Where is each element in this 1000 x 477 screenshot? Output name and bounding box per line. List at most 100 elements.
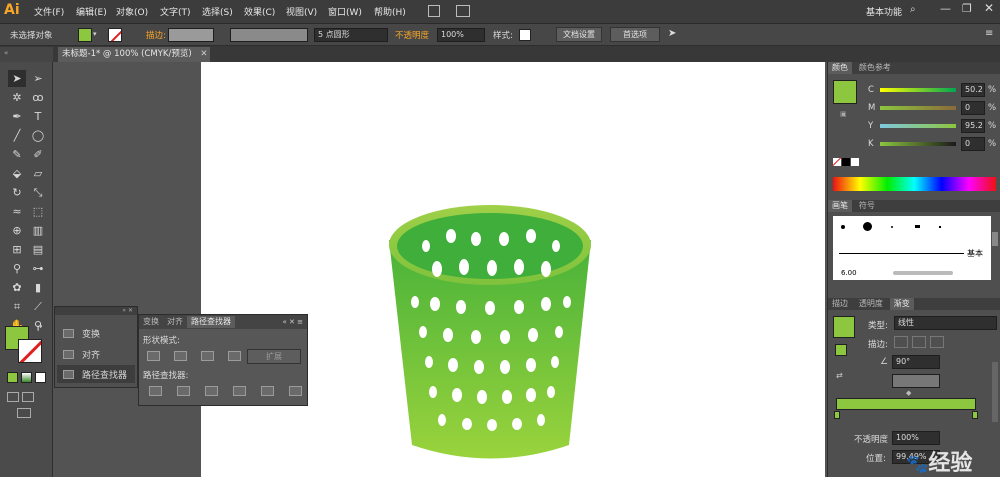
brush-swatch[interactable] <box>863 222 872 231</box>
swap-colors-icon[interactable]: ↱ <box>36 324 44 334</box>
gradient-tool-icon[interactable]: ▤ <box>29 241 47 258</box>
stroke-label[interactable]: 描边: <box>146 29 166 41</box>
symbol-sprayer-tool-icon[interactable]: ✿ <box>8 279 26 296</box>
basket-artwork[interactable] <box>201 62 825 477</box>
workspace-switcher[interactable]: 基本功能 <box>866 5 902 18</box>
selection-tool-icon[interactable]: ➤ <box>8 70 26 87</box>
artboard-canvas[interactable] <box>201 62 825 477</box>
bridge-icon[interactable] <box>428 5 440 17</box>
menu-type[interactable]: 文字(T) <box>160 5 191 18</box>
brush-library[interactable]: 基本 6.00 <box>833 216 991 280</box>
style-swatch[interactable] <box>519 29 531 41</box>
free-transform-tool-icon[interactable]: ⬚ <box>29 203 47 220</box>
gradient-preview-swatch[interactable] <box>833 316 855 338</box>
shape-builder-tool-icon[interactable]: ⊕ <box>8 222 26 239</box>
gradient-aspect-field[interactable] <box>892 374 940 388</box>
menu-edit[interactable]: 编辑(E) <box>76 5 107 18</box>
column-graph-tool-icon[interactable]: ▮ <box>29 279 47 296</box>
menu-help[interactable]: 帮助(H) <box>374 5 406 18</box>
scale-tool-icon[interactable]: ⤡ <box>29 184 47 201</box>
intersect-icon[interactable] <box>201 351 214 361</box>
exclude-icon[interactable] <box>228 351 241 361</box>
arrange-documents-icon[interactable] <box>456 5 470 17</box>
gradient-angle-field[interactable]: 90° <box>892 355 940 369</box>
trim-icon[interactable] <box>177 386 190 396</box>
gradient-stop-right[interactable] <box>972 411 978 419</box>
blob-brush-tool-icon[interactable]: ⬙ <box>8 165 26 182</box>
midpoint-diamond-icon[interactable]: ◆ <box>906 389 911 397</box>
eyedropper-tool-icon[interactable]: ⚲ <box>8 260 26 277</box>
menu-window[interactable]: 窗口(W) <box>328 5 362 18</box>
menu-object[interactable]: 对象(O) <box>116 5 148 18</box>
draw-mode-icon[interactable] <box>7 392 19 402</box>
warp-tool-icon[interactable]: ≈ <box>8 203 26 220</box>
direct-selection-tool-icon[interactable]: ➢ <box>29 70 47 87</box>
type-tool-icon[interactable]: T <box>29 108 47 125</box>
panel-menu-icon[interactable]: ≡ <box>985 28 993 39</box>
variable-width-field[interactable] <box>230 28 308 42</box>
none-swatch[interactable] <box>833 158 841 166</box>
line-tool-icon[interactable]: ╱ <box>8 127 26 144</box>
tab-color-guide[interactable]: 颜色参考 <box>855 62 895 74</box>
preferences-button[interactable]: 首选项 <box>610 27 660 42</box>
magic-wand-tool-icon[interactable]: ✲ <box>8 89 26 106</box>
tab-color[interactable]: 颜色 <box>828 62 852 74</box>
ellipse-tool-icon[interactable]: ◯ <box>29 127 47 144</box>
scrollbar-track[interactable] <box>992 362 998 422</box>
stroke-along-icon[interactable] <box>912 336 926 348</box>
expand-button[interactable]: 扩展 <box>247 349 301 364</box>
close-icon[interactable]: ✕ <box>200 49 207 59</box>
brush-field[interactable]: 5 点圆形 <box>314 28 388 42</box>
slice-tool-icon[interactable]: ⟋ <box>29 298 47 315</box>
menu-file[interactable]: 文件(F) <box>34 5 64 18</box>
pen-tool-icon[interactable]: ✒ <box>8 108 26 125</box>
perspective-grid-tool-icon[interactable]: ▥ <box>29 222 47 239</box>
menu-select[interactable]: 选择(S) <box>202 5 233 18</box>
tab-align[interactable]: 对齐 <box>163 316 187 328</box>
reverse-gradient-icon[interactable]: ⇄ <box>836 371 843 380</box>
brush-swatch[interactable] <box>915 225 920 228</box>
stroke-color-box[interactable] <box>18 339 42 363</box>
brush-swatch[interactable] <box>891 226 893 228</box>
none-mode-icon[interactable] <box>35 372 46 383</box>
stroke-across-icon[interactable] <box>930 336 944 348</box>
merge-icon[interactable] <box>205 386 218 396</box>
dock-item-pathfinder[interactable]: 路径查找器 <box>82 368 127 381</box>
channel-k-field[interactable]: 0 <box>961 137 985 151</box>
minus-front-icon[interactable] <box>174 351 187 361</box>
channel-y-slider[interactable] <box>880 124 956 128</box>
outline-icon[interactable] <box>261 386 274 396</box>
transform-icon[interactable] <box>63 329 74 338</box>
pathfinder-icon[interactable] <box>63 369 74 379</box>
brush-swatch[interactable] <box>841 225 845 229</box>
dock-header[interactable]: » ✕ <box>55 307 137 315</box>
channel-c-field[interactable]: 50.2 <box>961 83 985 97</box>
paintbrush-tool-icon[interactable]: ✎ <box>8 146 26 163</box>
scrollbar-thumb[interactable] <box>992 232 998 246</box>
document-tab[interactable]: 未标题-1* @ 100% (CMYK/预览) ✕ <box>58 47 210 62</box>
close-icon[interactable]: ✕ <box>984 1 994 15</box>
lasso-tool-icon[interactable]: ꝏ <box>29 89 47 106</box>
gradient-stop-left[interactable] <box>834 411 840 419</box>
dock-item-transform[interactable]: 变换 <box>82 327 100 340</box>
gradient-opacity-field[interactable]: 100% <box>892 431 940 445</box>
divide-icon[interactable] <box>149 386 162 396</box>
search-icon[interactable]: ⌕ <box>910 4 916 15</box>
screen-mode-icon[interactable] <box>17 408 31 418</box>
channel-y-field[interactable]: 95.2 <box>961 119 985 133</box>
gradient-slider-bar[interactable] <box>836 398 976 410</box>
channel-c-slider[interactable] <box>880 88 956 92</box>
panel-menu-icon[interactable]: « ✕ ≡ <box>283 318 307 326</box>
draw-behind-icon[interactable] <box>22 392 34 402</box>
menu-view[interactable]: 视图(V) <box>286 5 317 18</box>
tab-pathfinder[interactable]: 路径查找器 <box>187 316 235 328</box>
opacity-label[interactable]: 不透明度 <box>395 29 429 41</box>
gradient-type-select[interactable]: 线性 <box>894 316 997 330</box>
charcoal-brush-stroke[interactable] <box>893 271 953 275</box>
stroke-weight-field[interactable] <box>168 28 214 42</box>
dock-item-align[interactable]: 对齐 <box>82 348 100 361</box>
blend-tool-icon[interactable]: ⊶ <box>29 260 47 277</box>
out-of-gamut-icon[interactable]: ▣ <box>840 110 847 118</box>
unite-icon[interactable] <box>147 351 160 361</box>
brush-swatch[interactable] <box>939 226 941 228</box>
